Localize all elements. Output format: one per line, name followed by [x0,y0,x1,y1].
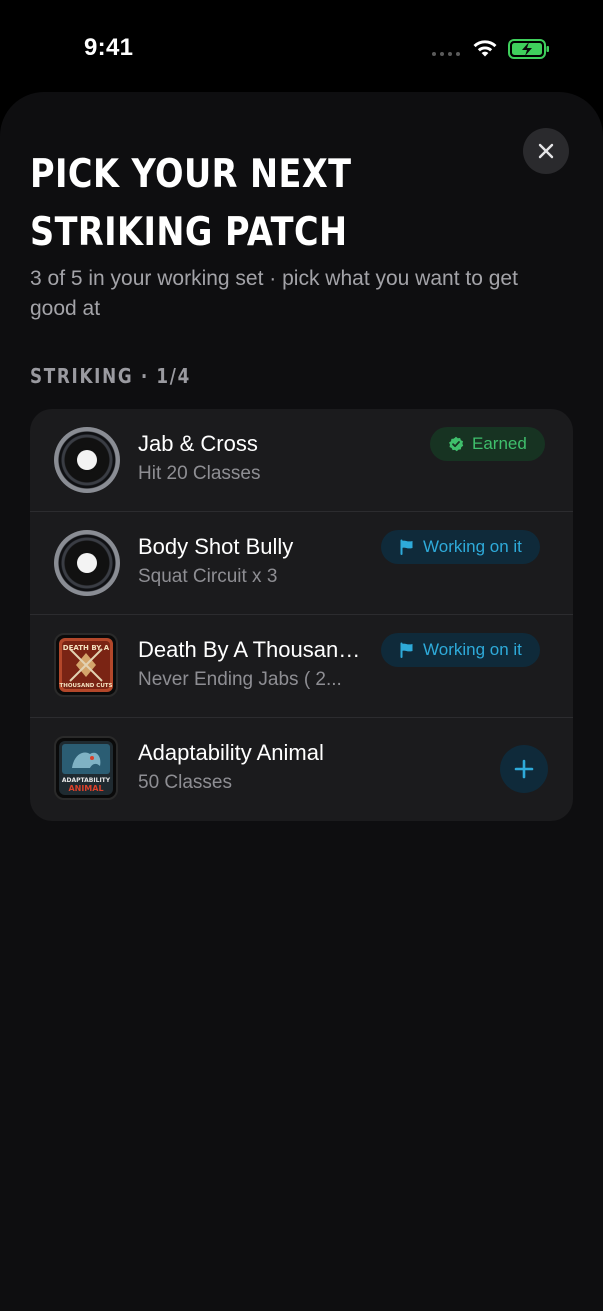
death-by-a-thousand-cuts-patch-icon: DEATH BY A THOUSAND CUTS [59,638,113,692]
patch-text-bottom: THOUSAND CUTS [59,683,112,689]
flag-icon [400,539,413,555]
bottom-sheet: PICK YOUR NEXT STRIKING PATCH 3 of 5 in … [0,92,603,1311]
patch-row-jab-cross[interactable]: Jab & Cross Hit 20 Classes Earned [30,409,573,512]
flag-icon [400,642,413,658]
patch-subtitle: Squat Circuit x 3 [138,566,278,587]
status-bar: 9:41 [0,0,603,92]
close-icon [538,143,554,159]
patch-title: Adaptability Animal [138,740,324,765]
patch-row-death-by-a-thousand-cuts[interactable]: DEATH BY A THOUSAND CUTS Death By A Thou… [30,615,573,718]
patch-list: Jab & Cross Hit 20 Classes Earned Body S… [30,409,573,821]
battery-charging-icon [508,39,549,59]
patch-title: Jab & Cross [138,431,258,456]
patch-subtitle: Never Ending Jabs ( 2... [138,669,342,690]
working-label: Working on it [423,537,522,556]
patch-text-top: DEATH BY A [63,644,110,652]
patch-icon [54,427,120,493]
page-title: PICK YOUR NEXT STRIKING PATCH [30,152,352,255]
add-patch-button[interactable] [500,745,548,793]
patch-icon [54,530,120,596]
patch-subtitle: 50 Classes [138,772,232,793]
patch-text-top: ADAPTABILITY [62,777,111,784]
wifi-icon [473,40,497,57]
patch-image: ADAPTABILITY ANIMAL [54,736,120,802]
patch-image: DEATH BY A THOUSAND CUTS [54,633,120,699]
status-time: 9:41 [84,34,134,61]
close-button[interactable] [523,128,569,174]
working-badge: Working on it [381,633,540,667]
working-label: Working on it [423,640,522,659]
signal-dots-icon [432,52,460,56]
patch-row-body-shot-bully[interactable]: Body Shot Bully Squat Circuit x 3 Workin… [30,512,573,615]
page-subtitle: 3 of 5 in your working set · pick what y… [30,267,518,320]
patch-text-bottom: ANIMAL [68,784,103,793]
verified-check-icon [449,436,464,452]
working-badge: Working on it [381,530,540,564]
patch-title: Body Shot Bully [138,534,294,559]
section-label: STRIKING · 1/4 [30,364,191,388]
patch-row-adaptability-animal[interactable]: ADAPTABILITY ANIMAL Adaptability Animal … [30,718,573,821]
adaptability-animal-patch-icon: ADAPTABILITY ANIMAL [59,741,113,795]
patch-subtitle: Hit 20 Classes [138,463,261,484]
earned-label: Earned [472,434,527,453]
plus-icon [514,759,534,779]
patch-title: Death By A Thousand Cuts [138,637,368,662]
earned-badge: Earned [430,427,545,461]
